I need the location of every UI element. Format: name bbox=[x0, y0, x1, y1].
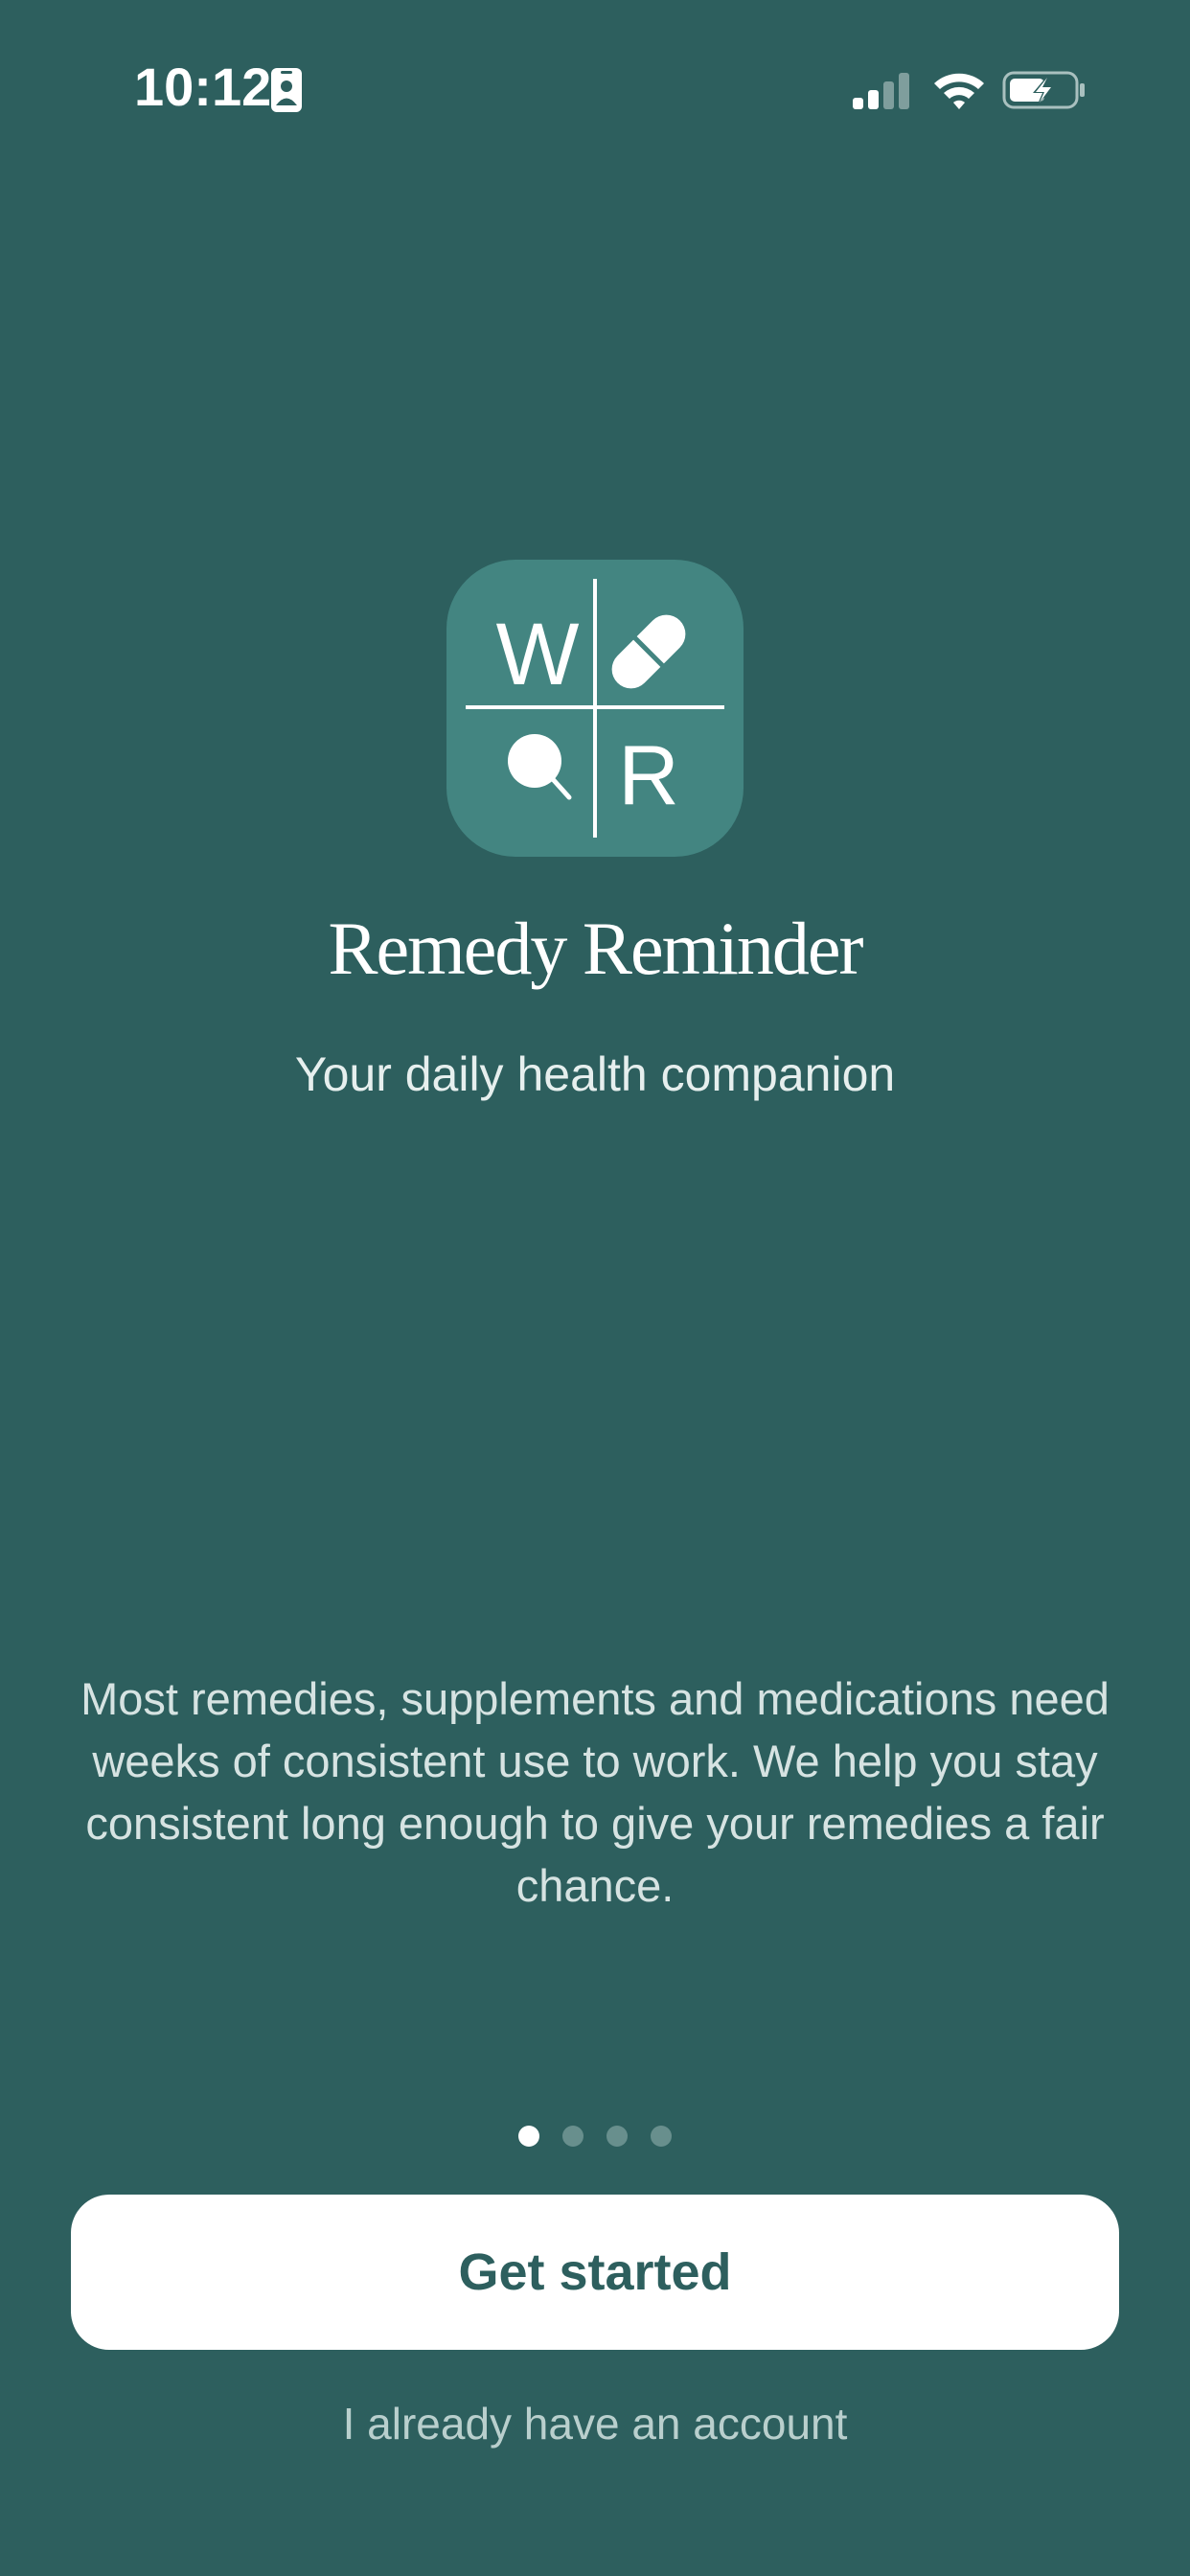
onboarding-screen: 10:12 W R Remedy Reminder Your daily hea… bbox=[0, 0, 1190, 2576]
get-started-button[interactable]: Get started bbox=[71, 2195, 1119, 2350]
battery-charging-icon bbox=[1002, 71, 1085, 109]
page-dot-3[interactable] bbox=[606, 2126, 628, 2147]
page-dot-4[interactable] bbox=[651, 2126, 672, 2147]
magnifier-icon bbox=[508, 734, 572, 800]
page-indicator bbox=[0, 2126, 1190, 2149]
logo-letter-r: R bbox=[618, 727, 679, 822]
existing-account-link[interactable]: I already have an account bbox=[0, 2390, 1190, 2457]
app-logo: W R bbox=[446, 560, 744, 857]
person-card-icon bbox=[271, 68, 302, 112]
app-title: Remedy Reminder bbox=[328, 907, 863, 990]
page-dot-2[interactable] bbox=[562, 2126, 584, 2147]
page-dot-1[interactable] bbox=[518, 2126, 539, 2147]
logo-grid: W R bbox=[466, 579, 724, 838]
onboarding-description: Most remedies, supplements and medicatio… bbox=[80, 1673, 1110, 1911]
cellular-signal-icon bbox=[853, 73, 909, 109]
status-time: 10:12 bbox=[134, 57, 272, 117]
pill-icon bbox=[611, 614, 686, 689]
app-subtitle: Your daily health companion bbox=[294, 1047, 896, 1101]
logo-letter-w: W bbox=[496, 606, 580, 703]
wifi-icon bbox=[934, 73, 984, 109]
status-bar: 10:12 bbox=[0, 0, 1190, 182]
